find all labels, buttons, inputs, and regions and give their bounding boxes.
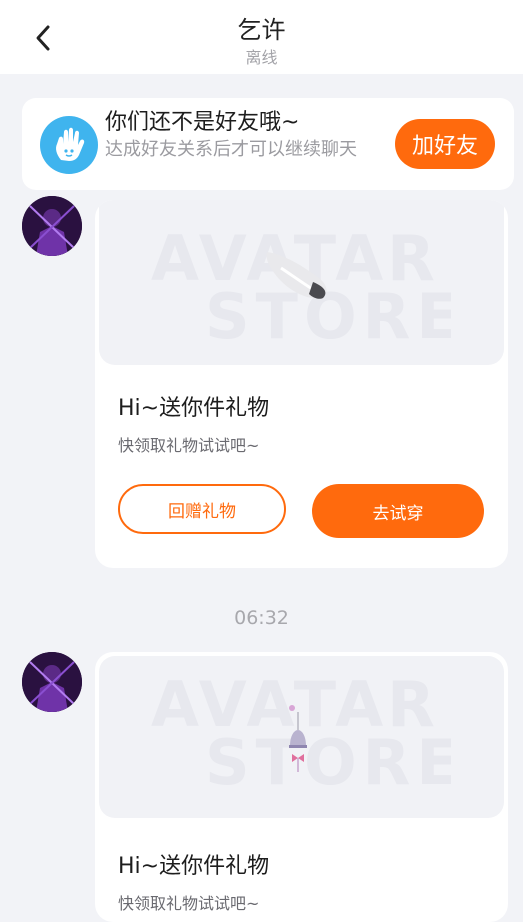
sender-avatar[interactable]	[22, 652, 82, 712]
not-friend-banner: 你们还不是好友哦~ 达成好友关系后才可以继续聊天 加好友	[22, 98, 514, 190]
bell-charm-gift	[289, 705, 307, 772]
hand-wave-icon	[40, 116, 98, 174]
gift-preview[interactable]: AVATAR STORE	[99, 200, 504, 365]
top-bar: 乞许 离线	[0, 0, 523, 74]
banner-description: 达成好友关系后才可以继续聊天	[105, 139, 357, 160]
gift-description: 快领取礼物试试吧~	[118, 894, 260, 913]
banner-title: 你们还不是好友哦~	[105, 110, 300, 135]
try-on-button[interactable]: 去试穿	[312, 484, 484, 538]
add-friend-button[interactable]: 加好友	[395, 119, 495, 169]
message-timestamp: 06:32	[234, 607, 289, 629]
chat-title: 乞许	[237, 16, 286, 44]
gift-preview[interactable]: AVATAR STORE	[99, 656, 504, 818]
gift-description: 快领取礼物试试吧~	[118, 436, 260, 455]
fluffy-tail-gift	[266, 252, 327, 299]
online-status: 离线	[245, 48, 278, 67]
gift-message-card: AVATAR STORE Hi~送你件礼物 快领取礼物试试吧~	[95, 652, 508, 922]
return-gift-button[interactable]: 回赠礼物	[118, 484, 286, 534]
gift-message-card: AVATAR STORE Hi~送你件礼物 快领取礼物试试吧~ 回赠礼物 去试穿	[95, 200, 508, 568]
gift-title: Hi~送你件礼物	[118, 854, 270, 879]
svg-text:STORE: STORE	[205, 726, 451, 786]
sender-avatar[interactable]	[22, 196, 82, 256]
gift-title: Hi~送你件礼物	[118, 396, 270, 421]
